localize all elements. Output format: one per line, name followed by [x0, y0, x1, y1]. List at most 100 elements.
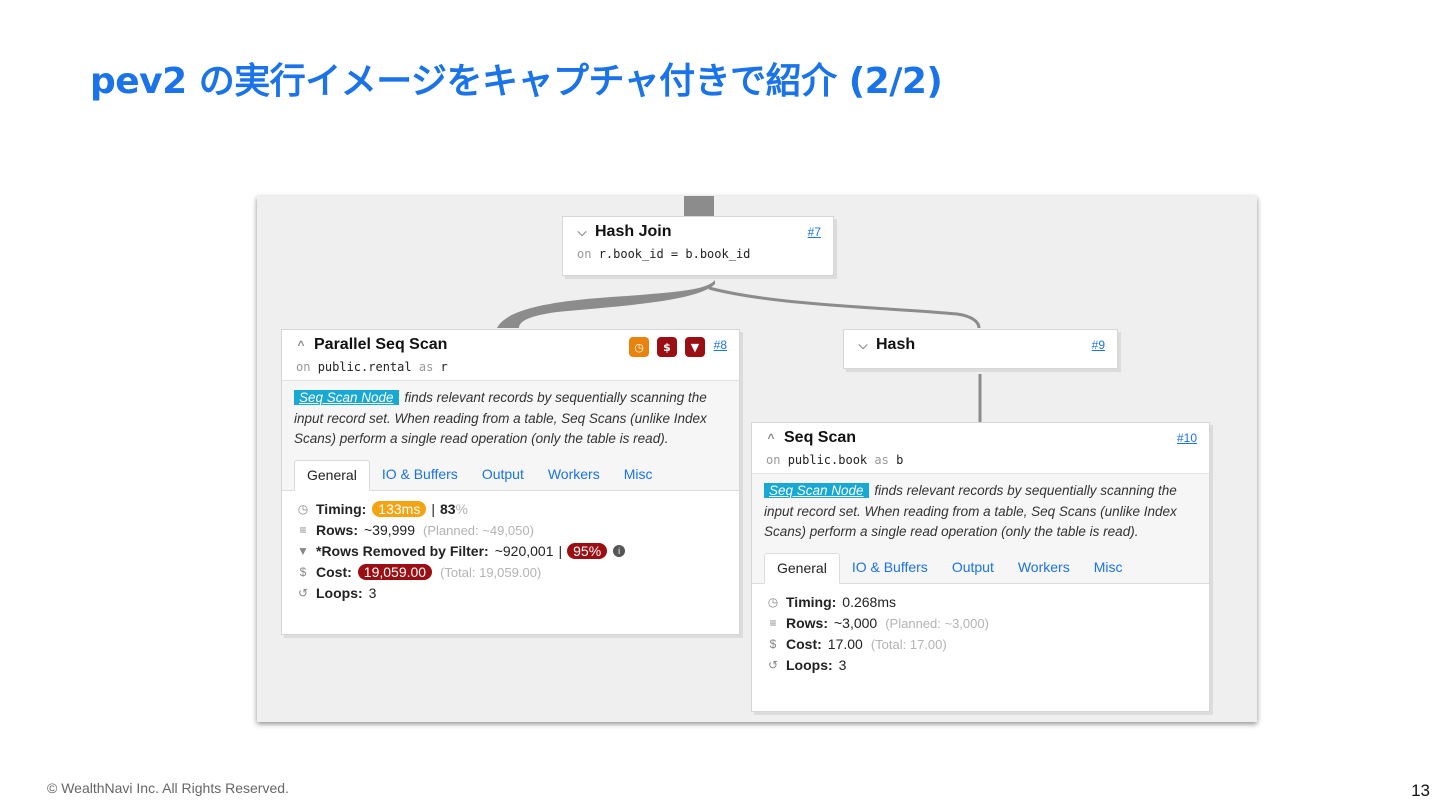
clock-icon: ◷ — [297, 502, 309, 516]
loop-icon: ↺ — [297, 586, 309, 600]
clock-icon: ◷ — [629, 337, 649, 357]
edge-hashjoin-parallelseqscan — [497, 280, 715, 328]
page-number: 13 — [1411, 781, 1430, 800]
rows-planned: (Planned: ~3,000) — [885, 615, 989, 631]
node-number-link[interactable]: #10 — [1177, 431, 1197, 445]
filter-icon: ▼ — [685, 337, 705, 357]
rows-removed-percent: 95% — [567, 543, 608, 559]
node-tabs: General IO & Buffers Output Workers Misc — [282, 455, 739, 491]
timing-label: Timing: — [316, 501, 367, 517]
node-tabs: General IO & Buffers Output Workers Misc — [752, 548, 1209, 584]
copyright-footer: © WealthNavi Inc. All Rights Reserved. — [47, 780, 289, 796]
rows-value: ~39,999 — [364, 522, 415, 538]
dollar-icon: $ — [657, 337, 677, 357]
node-parallel-seq-scan[interactable]: ^ Parallel Seq Scan ◷ $ ▼ #8 on public.r… — [281, 329, 740, 635]
timing-row: ◷ Timing: 133ms | 83% — [294, 499, 727, 520]
node-hash[interactable]: ⌵ Hash #9 — [843, 329, 1118, 369]
separator: | — [558, 543, 563, 559]
node-type-link[interactable]: Seq Scan Node — [294, 390, 399, 405]
node-name: Parallel Seq Scan — [314, 336, 448, 353]
rows-row: ≡ Rows: ~39,999 (Planned: ~49,050) — [294, 520, 727, 541]
cost-value: 19,059.00 — [357, 564, 433, 580]
timing-value: 133ms — [372, 501, 427, 517]
relation-name: public.book — [787, 453, 868, 467]
node-description: Seq Scan Node finds relevant records by … — [752, 473, 1209, 549]
rows-value: ~3,000 — [834, 615, 878, 631]
node-name: Seq Scan — [784, 429, 857, 446]
node-number-link[interactable]: #7 — [808, 225, 821, 239]
tab-io-buffers[interactable]: IO & Buffers — [840, 553, 940, 583]
node-name: Hash — [876, 336, 916, 353]
cost-row: $ Cost: 19,059.00 (Total: 19,059.00) — [294, 562, 727, 583]
tab-io-buffers[interactable]: IO & Buffers — [370, 460, 470, 490]
node-type-link[interactable]: Seq Scan Node — [764, 483, 869, 498]
tab-misc[interactable]: Misc — [1082, 553, 1135, 583]
chevron-up-icon[interactable]: ^ — [764, 431, 778, 445]
timing-percent: 83 — [439, 501, 456, 517]
edge-top — [684, 196, 714, 216]
rows-removed-label: *Rows Removed by Filter: — [316, 543, 489, 559]
on-keyword: on — [296, 360, 311, 374]
dollar-icon: $ — [769, 637, 777, 651]
relation-name: public.rental — [317, 360, 412, 374]
relation-alias: r — [440, 360, 448, 374]
pev2-plan-screenshot: ⌵ Hash Join #7 on r.book_id = b.book_id … — [257, 196, 1257, 722]
filter-icon: ▼ — [297, 544, 309, 558]
clock-icon: ◷ — [767, 595, 779, 609]
dollar-icon: $ — [299, 565, 307, 579]
tab-output[interactable]: Output — [470, 460, 536, 490]
loops-label: Loops: — [316, 585, 363, 601]
separator: | — [431, 501, 435, 517]
loops-value: 3 — [368, 585, 377, 601]
node-seq-scan[interactable]: ^ Seq Scan #10 on public.book as b Seq S… — [751, 422, 1210, 712]
rows-removed-row: ▼ *Rows Removed by Filter: ~920,001 | 95… — [294, 541, 727, 562]
node-name: Hash Join — [595, 223, 672, 240]
loops-label: Loops: — [786, 657, 833, 673]
node-hash-join[interactable]: ⌵ Hash Join #7 on r.book_id = b.book_id — [562, 216, 834, 276]
as-keyword: as — [418, 360, 434, 374]
cost-total: (Total: 17.00) — [870, 636, 947, 652]
timing-label: Timing: — [786, 594, 837, 610]
rows-label: Rows: — [786, 615, 828, 631]
slide-title: pev2 の実行イメージをキャプチャ付きで紹介 (2/2) — [90, 61, 943, 102]
rows-label: Rows: — [316, 522, 358, 538]
timing-value: 0.268ms — [842, 594, 896, 610]
as-keyword: as — [874, 453, 889, 467]
join-condition: r.book_id = b.book_id — [598, 247, 751, 261]
tab-workers[interactable]: Workers — [1006, 553, 1082, 583]
cost-total: (Total: 19,059.00) — [440, 564, 542, 580]
chevron-down-icon[interactable]: ⌵ — [575, 225, 589, 240]
cost-label: Cost: — [786, 636, 822, 652]
rows-row: ≡ Rows: ~3,000 (Planned: ~3,000) — [764, 613, 1197, 634]
tab-workers[interactable]: Workers — [536, 460, 612, 490]
edge-hashjoin-hash — [708, 286, 981, 329]
loop-icon: ↺ — [767, 658, 779, 672]
cost-row: $ Cost: 17.00 (Total: 17.00) — [764, 634, 1197, 655]
general-metrics: ◷ Timing: 0.268ms ≡ Rows: ~3,000 (Planne… — [752, 584, 1209, 684]
tab-general[interactable]: General — [294, 459, 370, 491]
percent-sign: % — [455, 501, 468, 517]
node-number-link[interactable]: #9 — [1092, 338, 1105, 352]
relation-alias: b — [896, 453, 904, 467]
timing-row: ◷ Timing: 0.268ms — [764, 592, 1197, 613]
node-description: Seq Scan Node finds relevant records by … — [282, 380, 739, 456]
rows-icon: ≡ — [299, 523, 307, 537]
tab-general[interactable]: General — [764, 552, 840, 584]
loops-value: 3 — [838, 657, 847, 673]
chevron-down-icon[interactable]: ⌵ — [856, 338, 870, 353]
rows-planned: (Planned: ~49,050) — [423, 522, 534, 538]
cost-label: Cost: — [316, 564, 352, 580]
tab-misc[interactable]: Misc — [612, 460, 665, 490]
chevron-up-icon[interactable]: ^ — [294, 338, 308, 352]
rows-removed-value: ~920,001 — [494, 543, 554, 559]
info-icon[interactable]: i — [613, 545, 626, 557]
tab-output[interactable]: Output — [940, 553, 1006, 583]
cost-value: 17.00 — [827, 636, 863, 652]
on-keyword: on — [577, 247, 592, 261]
loops-row: ↺ Loops: 3 — [764, 655, 1197, 676]
node-number-link[interactable]: #8 — [714, 338, 727, 352]
on-keyword: on — [766, 453, 781, 467]
node-badges: ◷ $ ▼ — [629, 337, 705, 357]
loops-row: ↺ Loops: 3 — [294, 583, 727, 604]
rows-icon: ≡ — [769, 616, 777, 630]
